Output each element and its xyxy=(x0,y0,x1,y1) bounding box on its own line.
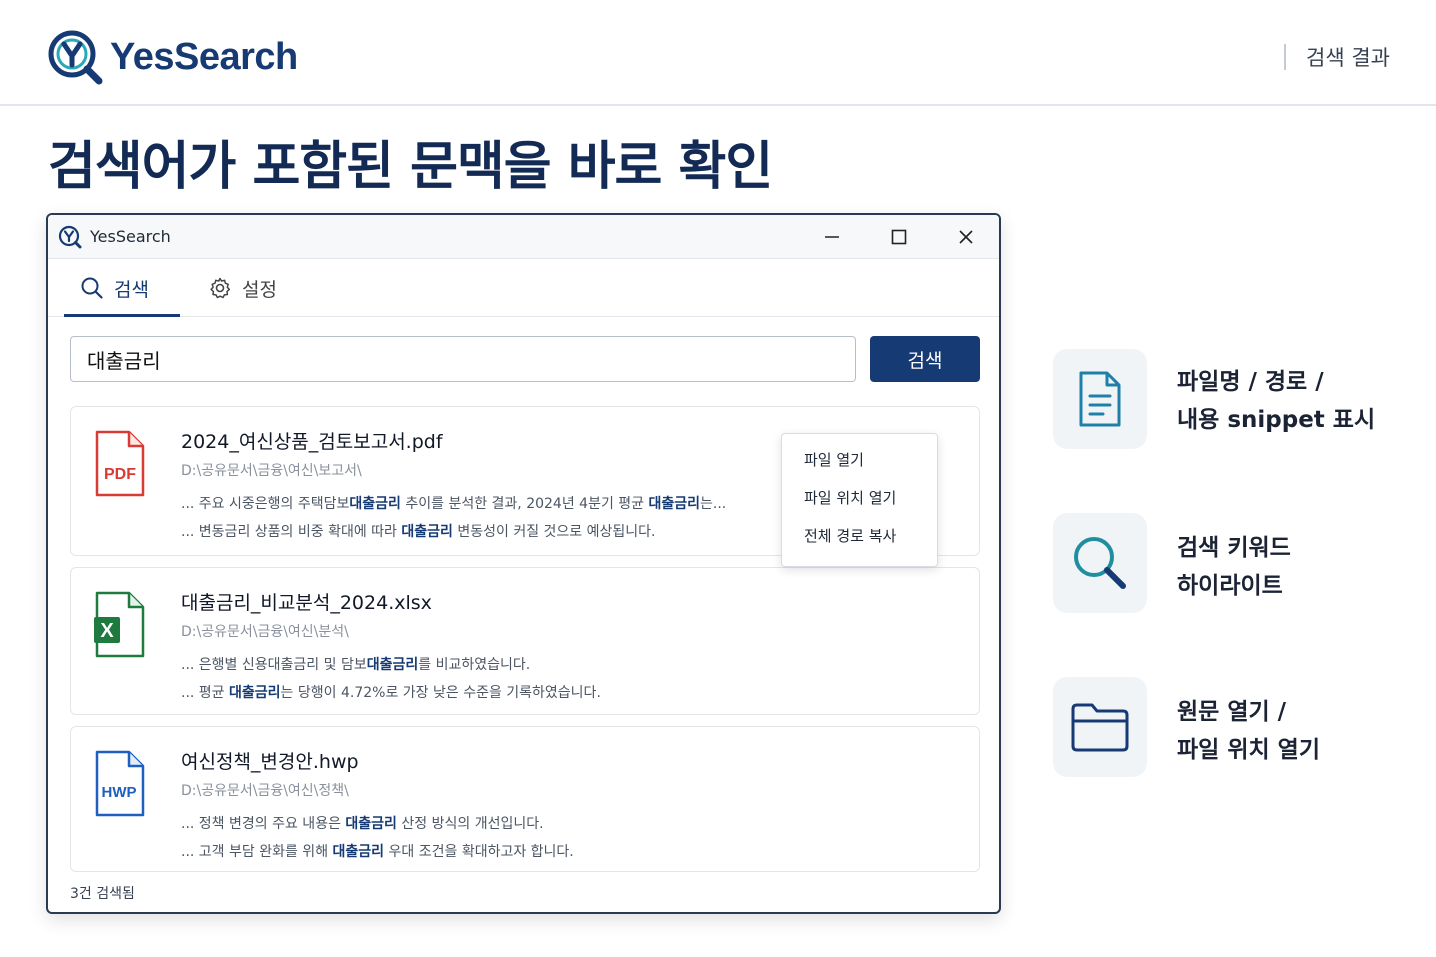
feature-item: 파일명 / 경로 / 내용 snippet 표시 xyxy=(1053,349,1413,449)
feature-text: 원문 열기 / 파일 위치 열기 xyxy=(1177,699,1320,763)
result-snippet: ... 주요 시중은행의 주택담보대출금리 추이를 분석한 결과, 2024년 … xyxy=(181,496,727,512)
brand-name: YesSearch xyxy=(110,35,298,78)
context-menu: 파일 열기 파일 위치 열기 전체 경로 복사 xyxy=(781,433,938,567)
search-icon xyxy=(81,277,103,299)
result-card[interactable]: X 대출금리_비교분석_2024.xlsx D:\공유문서\금융\여신\분석\ … xyxy=(70,567,980,715)
keyword-highlight: 대출금리 xyxy=(349,496,401,512)
result-snippet: ... 고객 부담 완화를 위해 대출금리 우대 조건을 확대하고자 합니다. xyxy=(181,844,574,860)
yessearch-logo-icon xyxy=(48,30,103,85)
search-icon xyxy=(1074,537,1126,589)
tab-bar: 검색 설정 xyxy=(48,259,999,317)
tab-settings-label: 설정 xyxy=(242,278,277,301)
hwp-file-icon: HWP xyxy=(95,750,145,817)
feature-item: 원문 열기 / 파일 위치 열기 xyxy=(1053,677,1413,777)
feature-icon-box xyxy=(1053,677,1147,777)
result-count-status: 3건 검색됨 xyxy=(70,886,135,902)
header-right: 검색 결과 xyxy=(1284,42,1390,72)
search-row: 검색 xyxy=(70,336,980,382)
result-path: D:\공유문서\금융\여신\분석\ xyxy=(181,624,349,640)
hwp-badge-text: HWP xyxy=(102,784,137,801)
search-button[interactable]: 검색 xyxy=(870,336,980,382)
minimize-button[interactable] xyxy=(798,215,865,259)
maximize-button[interactable] xyxy=(865,215,932,259)
app-logo-icon xyxy=(58,225,82,248)
result-filename[interactable]: 대출금리_비교분석_2024.xlsx xyxy=(181,588,432,615)
result-path: D:\공유문서\금융\여신\정책\ xyxy=(181,783,349,799)
keyword-highlight: 대출금리 xyxy=(648,496,701,512)
keyword-highlight: 대출금리 xyxy=(401,524,453,540)
window-controls xyxy=(798,215,999,259)
pdf-file-icon: PDF xyxy=(95,430,145,497)
pdf-badge-text: PDF xyxy=(104,466,136,483)
feature-icon-box xyxy=(1053,513,1147,613)
excel-badge-text: X xyxy=(100,620,114,642)
search-input[interactable] xyxy=(70,336,856,382)
gear-icon xyxy=(210,277,231,299)
minimize-icon xyxy=(824,236,839,238)
feature-icon-box xyxy=(1053,349,1147,449)
result-path: D:\공유문서\금융\여신\보고서\ xyxy=(181,463,362,479)
page-title: 검색어가 포함된 문맥을 바로 확인 xyxy=(48,137,773,197)
search-results-label[interactable]: 검색 결과 xyxy=(1306,42,1390,72)
folder-icon xyxy=(1071,703,1129,752)
document-icon xyxy=(1079,371,1121,427)
keyword-highlight: 대출금리 xyxy=(345,816,397,832)
feature-text: 검색 키워드 하이라이트 xyxy=(1177,535,1291,599)
top-header: YesSearch 검색 결과 xyxy=(0,0,1436,106)
menu-item-copy-path[interactable]: 전체 경로 복사 xyxy=(782,516,937,554)
excel-file-icon: X xyxy=(94,591,145,658)
result-snippet: ... 변동금리 상품의 비중 확대에 따라 대출금리 변동성이 커질 것으로 … xyxy=(181,524,656,540)
feature-text: 파일명 / 경로 / 내용 snippet 표시 xyxy=(1177,369,1376,433)
tab-search-label: 검색 xyxy=(114,278,149,301)
result-card[interactable]: HWP 여신정책_변경안.hwp D:\공유문서\금융\여신\정책\ ... 정… xyxy=(70,726,980,872)
tab-search[interactable]: 검색 xyxy=(80,259,149,317)
close-icon xyxy=(958,230,973,244)
result-snippet: ... 은행별 신용대출금리 및 담보대출금리를 비교하였습니다. xyxy=(181,657,531,673)
window-titlebar: YesSearch xyxy=(48,215,999,259)
maximize-icon xyxy=(891,229,906,245)
result-snippet: ... 평균 대출금리는 당행이 4.72%로 가장 낮은 수준을 기록하였습니… xyxy=(181,685,601,701)
window-title: YesSearch xyxy=(90,227,171,246)
app-window: YesSearch 검색 설정 대출금리 검색 PDF 2024_여신상품_검토… xyxy=(46,213,1001,914)
header-divider xyxy=(1284,44,1287,70)
active-tab-indicator xyxy=(64,314,180,317)
tab-settings[interactable]: 설정 xyxy=(208,259,277,317)
result-filename[interactable]: 여신정책_변경안.hwp xyxy=(181,747,359,774)
keyword-highlight: 대출금리 xyxy=(229,685,281,701)
close-button[interactable] xyxy=(932,215,999,259)
feature-item: 검색 키워드 하이라이트 xyxy=(1053,513,1413,613)
keyword-highlight: 대출금리 xyxy=(366,657,419,673)
result-filename[interactable]: 2024_여신상품_검토보고서.pdf xyxy=(181,427,443,454)
keyword-highlight: 대출금리 xyxy=(332,844,385,860)
result-snippet: ... 정책 변경의 주요 내용은 대출금리 산정 방식의 개선입니다. xyxy=(181,816,544,832)
page: YesSearch 검색 결과 검색어가 포함된 문맥을 바로 확인 YesSe… xyxy=(0,0,1436,957)
menu-item-open-file[interactable]: 파일 열기 xyxy=(782,440,937,478)
menu-item-open-location[interactable]: 파일 위치 열기 xyxy=(782,478,937,516)
brand-logo: YesSearch xyxy=(46,28,298,86)
